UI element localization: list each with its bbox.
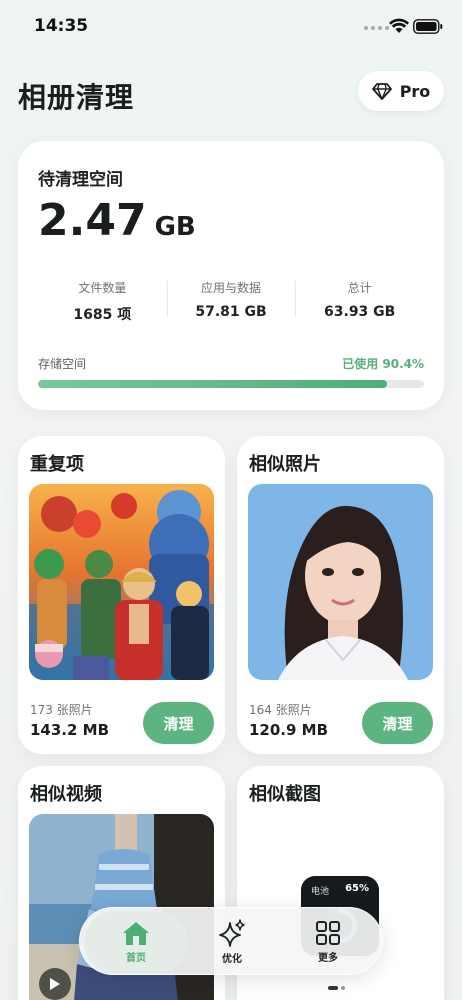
stat-value: 1685 项 (73, 307, 132, 323)
house-icon (123, 922, 149, 945)
photo-count: 164 张照片 (249, 703, 312, 717)
summary-label: 待清理空间 (38, 170, 123, 190)
similar-photos-preview-image[interactable] (248, 484, 433, 680)
tab-optimize[interactable]: 优化 (180, 912, 284, 972)
widget-value: 65% (345, 883, 369, 894)
tab-bar: 首页 优化 更多 (79, 907, 383, 975)
grid-icon (316, 921, 340, 945)
storage-summary-card: 待清理空间 2.47 GB 文件数量 1685 项 应用与数据 57.81 GB… (18, 141, 444, 410)
similar-photos-card[interactable]: 相似照片 164 张照片 120.9 MB 清理 (237, 436, 444, 754)
stat-label: 总计 (347, 281, 372, 295)
storage-label: 存储空间 (38, 357, 87, 371)
wifi-icon (389, 18, 409, 33)
status-bar: 14:35 (0, 0, 462, 54)
clean-button[interactable]: 清理 (143, 702, 214, 744)
card-title: 重复项 (30, 454, 84, 475)
storage-progress-bar (38, 380, 424, 388)
stat-label: 文件数量 (78, 281, 127, 295)
photo-count: 173 张照片 (30, 703, 93, 717)
stat-file-count: 文件数量 1685 项 (38, 279, 167, 323)
card-title: 相似截图 (249, 784, 321, 805)
storage-used-text: 已使用 90.4% (342, 357, 424, 371)
storage-progress-fill (38, 380, 387, 388)
cellular-signal-icon (364, 26, 389, 30)
tab-label: 首页 (126, 953, 146, 964)
summary-unit: GB (154, 212, 196, 242)
status-time: 14:35 (34, 16, 89, 36)
stats-row: 文件数量 1685 项 应用与数据 57.81 GB 总计 63.93 GB (38, 279, 424, 323)
stat-value: 63.93 GB (324, 304, 396, 320)
widget-label: 电池 (311, 887, 330, 897)
play-icon (50, 978, 60, 990)
duplicates-card[interactable]: 重复项 173 张照片 143.2 MB 清理 (18, 436, 225, 754)
stat-value: 57.81 GB (195, 304, 267, 320)
page-title: 相册清理 (18, 81, 135, 114)
summary-number: 2.47 (38, 195, 147, 246)
clean-button[interactable]: 清理 (362, 702, 433, 744)
duplicates-preview-image[interactable] (29, 484, 214, 680)
play-video-button[interactable] (39, 968, 71, 1000)
page-indicator (328, 986, 345, 990)
stat-apps-data: 应用与数据 57.81 GB (166, 279, 296, 321)
diamond-icon (371, 82, 392, 100)
tab-label: 优化 (222, 954, 242, 965)
summary-value: 2.47 GB (38, 195, 196, 246)
tab-label: 更多 (318, 953, 338, 964)
stat-total: 总计 63.93 GB (295, 279, 424, 321)
anime-group-illustration (29, 484, 214, 680)
photo-size: 120.9 MB (249, 721, 329, 739)
battery-icon (413, 19, 443, 34)
sparkle-icon (219, 919, 245, 947)
pro-upgrade-button[interactable]: Pro (358, 71, 444, 111)
card-title: 相似视频 (30, 784, 102, 805)
portrait-photo (248, 484, 433, 680)
tab-home[interactable]: 首页 (84, 912, 188, 972)
pro-label: Pro (399, 81, 431, 101)
stat-label: 应用与数据 (201, 281, 262, 295)
card-title: 相似照片 (249, 454, 321, 475)
photo-size: 143.2 MB (30, 721, 110, 739)
tab-more[interactable]: 更多 (276, 912, 380, 972)
